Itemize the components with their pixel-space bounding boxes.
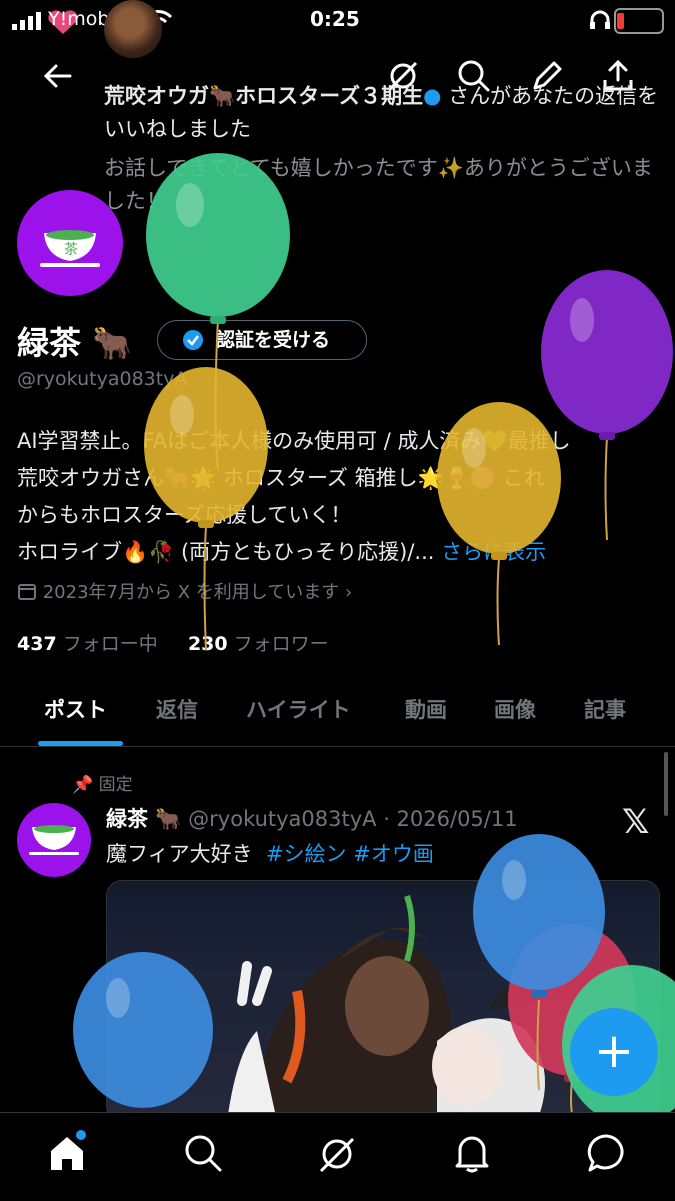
- post-header: 緑茶 🐂 @ryokutya083tyA · 2026/05/11: [106, 803, 518, 833]
- status-bar: Y!mobile 0:25: [0, 0, 675, 40]
- tab-posts[interactable]: ポスト: [44, 694, 107, 724]
- chevron-right-icon: ›: [344, 582, 353, 603]
- get-verified-button[interactable]: 認証を受ける: [157, 320, 367, 360]
- notifications-icon[interactable]: [454, 1133, 490, 1173]
- signal-icon: [12, 12, 41, 30]
- header-avatar[interactable]: [104, 0, 162, 58]
- bio-line: 荒咬オウガさん🐂🌟 ホロスターズ 箱推し🌟🍷🟣 これ: [17, 466, 545, 490]
- grok-icon[interactable]: [316, 1133, 358, 1175]
- tab-articles[interactable]: 記事: [584, 694, 626, 724]
- follow-stats: 437 フォロー中 230 フォロワー: [17, 629, 329, 656]
- post-image[interactable]: [106, 880, 660, 1122]
- messages-icon[interactable]: [587, 1133, 627, 1173]
- hashtag[interactable]: #オウ画: [353, 842, 434, 866]
- bio-line: AI学習禁止。FAはご本人様のみ使用可 / 成人済み💚最推し: [17, 429, 571, 453]
- tab-videos[interactable]: 動画: [405, 694, 447, 724]
- bio-line: ホロライブ🔥🥀 (両方ともひっそり応援)/...: [17, 540, 435, 564]
- show-more-link[interactable]: さらに表示: [441, 540, 546, 564]
- battery-icon: [614, 8, 664, 34]
- joined-date[interactable]: 2023年7月から X を利用しています ›: [17, 578, 352, 604]
- notification-user: 荒咬オウガ🐂ホロスターズ３期生: [104, 84, 424, 108]
- profile-handle: @ryokutya083tyA: [17, 368, 188, 390]
- compose-post-button[interactable]: +: [570, 1008, 658, 1096]
- post-handle-date: @ryokutya083tyA · 2026/05/11: [188, 807, 518, 831]
- scrollbar[interactable]: [664, 752, 668, 816]
- tab-highlights[interactable]: ハイライト: [246, 694, 351, 724]
- notification-quote: お話しできてとても嬉しかったです✨ありがとうございました！: [104, 156, 653, 213]
- joined-text: 2023年7月から X を利用しています: [42, 582, 340, 603]
- followers-link[interactable]: 230 フォロワー: [188, 633, 329, 655]
- active-tab-indicator: [38, 741, 123, 746]
- x-logo-icon: 𝕏: [622, 802, 650, 842]
- post-author[interactable]: 緑茶 🐂: [106, 807, 181, 831]
- following-link[interactable]: 437 フォロー中: [17, 633, 158, 655]
- post-text: 魔フィア大好き #シ絵ン #オウ画: [106, 842, 434, 866]
- clock: 0:25: [310, 7, 360, 31]
- get-verified-label: 認証を受ける: [216, 329, 331, 351]
- tab-images[interactable]: 画像: [494, 694, 536, 724]
- profile-name: 緑茶 🐂: [17, 324, 132, 362]
- bottom-nav: [0, 1112, 675, 1201]
- home-unread-dot: [76, 1130, 86, 1140]
- notification-text[interactable]: 荒咬オウガ🐂ホロスターズ３期生● さんがあなたの返信をいいねしました: [104, 80, 664, 146]
- pin-icon: 📌: [72, 775, 99, 795]
- verified-badge-icon: [183, 330, 203, 350]
- illustration: [227, 895, 545, 1121]
- verified-badge-small: ●: [423, 84, 449, 108]
- tea-cup-icon: [29, 825, 79, 855]
- search-icon[interactable]: [183, 1133, 223, 1173]
- profile-tabs: ポスト 返信 ハイライト 動画 画像 記事: [0, 680, 675, 747]
- tea-cup-icon: 茶: [40, 230, 100, 267]
- hashtag[interactable]: #シ絵ン: [266, 842, 347, 866]
- headphones-icon: [590, 10, 610, 29]
- svg-text:茶: 茶: [64, 242, 78, 258]
- pinned-label: 📌 固定: [72, 775, 133, 795]
- bio-line: からもホロスターズ応援していく！: [17, 503, 352, 527]
- tab-replies[interactable]: 返信: [156, 694, 198, 724]
- back-arrow-icon[interactable]: [42, 60, 74, 92]
- calendar-icon: [18, 584, 36, 600]
- profile-bio: AI学習禁止。FAはご本人様のみ使用可 / 成人済み💚最推し 荒咬オウガさん🐂🌟…: [17, 423, 667, 571]
